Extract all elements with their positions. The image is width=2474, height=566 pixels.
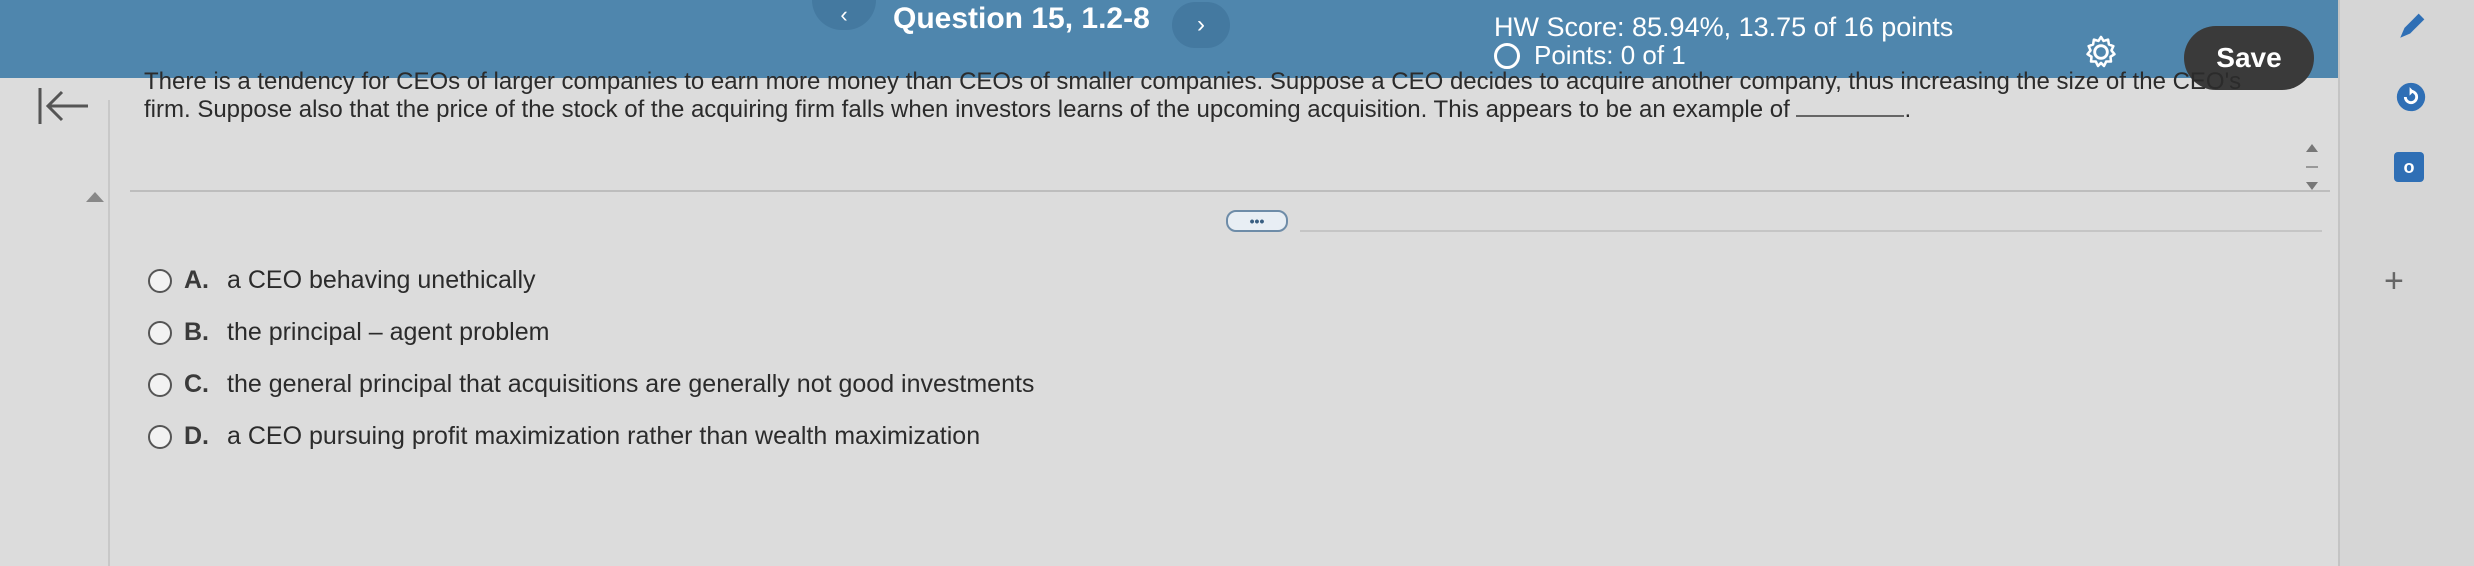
option-letter: C.	[184, 370, 209, 398]
collapse-up-icon[interactable]	[86, 192, 104, 202]
question-end: .	[1904, 96, 1912, 123]
option-c[interactable]: C. the general principal that acquisitio…	[148, 370, 1034, 399]
refresh-icon[interactable]	[2394, 80, 2428, 114]
option-b[interactable]: B. the principal – agent problem	[148, 318, 549, 347]
content-left-border	[108, 100, 110, 566]
points-text: Points: 0 of 1	[1534, 40, 1686, 70]
option-text: a CEO behaving unethically	[227, 266, 536, 294]
radio-b[interactable]	[148, 320, 172, 345]
gear-icon[interactable]	[2082, 33, 2120, 71]
option-d[interactable]: D. a CEO pursuing profit maximization ra…	[148, 422, 980, 451]
add-icon[interactable]: +	[2384, 262, 2404, 301]
scroll-arrows-icon[interactable]	[2302, 140, 2322, 194]
hw-score: HW Score: 85.94%, 13.75 of 16 points	[1494, 12, 1954, 42]
question-title: Question 15, 1.2-8	[893, 2, 1150, 35]
option-text: the principal – agent problem	[227, 318, 550, 346]
expand-handle[interactable]: •••	[1226, 210, 1288, 232]
next-question-button[interactable]: ›	[1172, 2, 1230, 48]
option-text: a CEO pursuing profit maximization rathe…	[227, 422, 981, 450]
points-indicator: Points: 0 of 1	[1494, 40, 1686, 71]
radio-a[interactable]	[148, 268, 172, 293]
answer-blank	[1796, 97, 1905, 117]
app-badge-letter: o	[2403, 156, 2415, 177]
question-divider	[130, 190, 2330, 192]
pen-icon[interactable]	[2396, 8, 2430, 42]
option-letter: B.	[184, 318, 209, 346]
question-header: ‹ Question 15, 1.2-8 › HW Score: 85.94%,…	[0, 0, 2340, 90]
radio-d[interactable]	[148, 424, 172, 449]
app-badge-icon[interactable]: o	[2394, 152, 2424, 182]
option-letter: A.	[184, 266, 209, 294]
previous-question-button[interactable]: ‹	[812, 0, 876, 30]
question-body: There is a tendency for CEOs of larger c…	[144, 68, 2242, 123]
answer-area-divider	[1300, 230, 2322, 232]
radio-c[interactable]	[148, 372, 172, 397]
option-a[interactable]: A. a CEO behaving unethically	[148, 266, 536, 295]
points-circle-icon	[1494, 42, 1520, 69]
exit-arrow-icon[interactable]	[36, 84, 90, 128]
chevron-right-icon: ›	[1197, 11, 1205, 38]
chevron-left-icon: ‹	[840, 2, 848, 27]
option-letter: D.	[184, 422, 209, 450]
question-text: There is a tendency for CEOs of larger c…	[144, 68, 2294, 124]
option-text: the general principal that acquisitions …	[227, 370, 1035, 398]
